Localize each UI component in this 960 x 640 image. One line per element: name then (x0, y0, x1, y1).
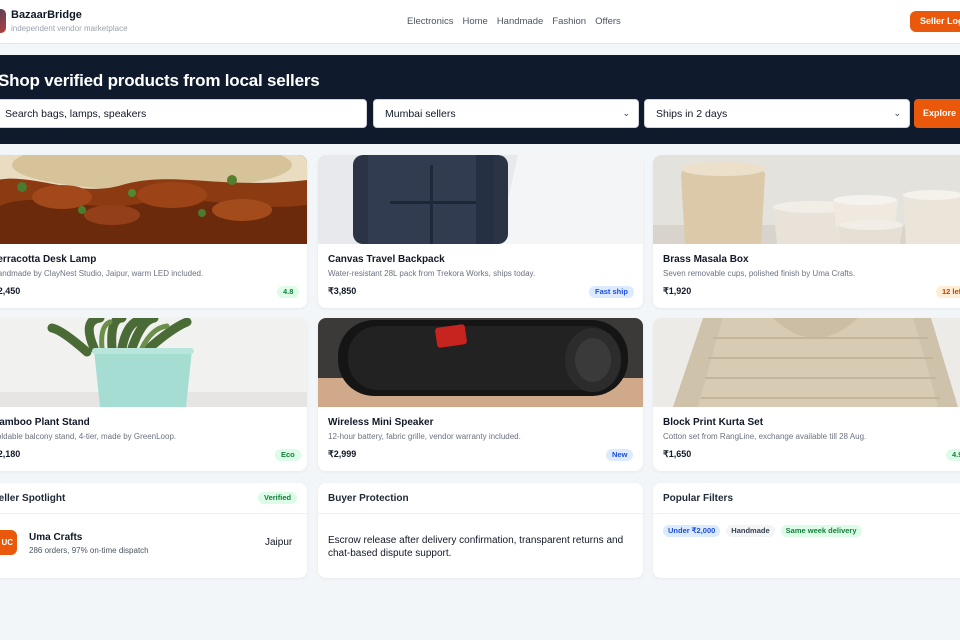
product-description: Water-resistant 28L pack from Trekora Wo… (328, 269, 536, 278)
main-nav: Electronics Home Handmade Fashion Offers (407, 16, 621, 27)
shipping-select[interactable]: Ships in 2 days ⌄ (644, 99, 910, 128)
buyer-protection-panel: Buyer Protection Escrow release after de… (318, 483, 643, 578)
product-price: ₹2,999 (328, 449, 357, 459)
product-description: Seven removable cups, polished finish by… (663, 269, 856, 278)
product-card[interactable]: Terracotta Desk Lamp Handmade by ClayNes… (0, 155, 307, 308)
panel-divider (318, 513, 643, 514)
top-navigation-bar: BazaarBridge independent vendor marketpl… (0, 0, 960, 44)
product-image[interactable] (318, 155, 643, 244)
nav-link-handmade[interactable]: Handmade (497, 16, 543, 27)
product-price: ₹1,920 (663, 286, 692, 296)
panel-title: Popular Filters (663, 493, 734, 504)
rating-badge: 4.9 (946, 449, 960, 461)
brand-name[interactable]: BazaarBridge (11, 9, 82, 21)
product-price: ₹1,650 (663, 449, 692, 459)
brand-tagline: independent vendor marketplace (11, 24, 128, 33)
seller-login-button[interactable]: Seller Login (910, 11, 960, 32)
product-title[interactable]: Terracotta Desk Lamp (0, 254, 96, 265)
new-badge: New (606, 449, 634, 461)
product-title[interactable]: Wireless Mini Speaker (328, 417, 434, 428)
speaker-image (318, 318, 643, 407)
popular-filters-panel: Popular Filters Under ₹2,000 Handmade Sa… (653, 483, 960, 578)
seller-spotlight-panel: Seller Spotlight Verified UC Uma Crafts … (0, 483, 307, 578)
panel-title: Buyer Protection (328, 493, 409, 504)
product-image[interactable] (0, 318, 307, 407)
hero-title: Shop verified products from local seller… (0, 71, 320, 90)
potted-plant-image (0, 318, 307, 407)
product-image[interactable] (0, 155, 307, 244)
panel-title: Seller Spotlight (0, 493, 66, 504)
product-price: ₹2,450 (0, 286, 21, 296)
seller-name[interactable]: Uma Crafts (29, 532, 82, 543)
product-title[interactable]: Block Print Kurta Set (663, 417, 763, 428)
eco-badge: Eco (275, 449, 301, 461)
seller-stats: 286 orders, 97% on-time dispatch (29, 546, 149, 555)
product-card[interactable]: Bamboo Plant Stand Foldable balcony stan… (0, 318, 307, 471)
panel-divider (0, 513, 307, 514)
product-description: Cotton set from RangLine, exchange avail… (663, 432, 867, 441)
product-card[interactable]: Wireless Mini Speaker 12-hour battery, f… (318, 318, 643, 471)
chevron-down-icon: ⌄ (893, 108, 901, 118)
verified-badge: Verified (258, 492, 298, 504)
panel-divider (653, 513, 960, 514)
search-field[interactable] (0, 99, 367, 128)
plated-dish-image (0, 155, 307, 244)
product-image[interactable] (653, 318, 960, 407)
filter-chip-handmade[interactable]: Handmade (726, 525, 775, 537)
product-description: 12-hour battery, fabric grille, vendor w… (328, 432, 521, 441)
brand-logo-icon[interactable] (0, 9, 6, 33)
nav-link-offers[interactable]: Offers (595, 16, 621, 27)
ceramic-cups-image (653, 155, 960, 244)
product-title[interactable]: Brass Masala Box (663, 254, 749, 265)
product-card[interactable]: Canvas Travel Backpack Water-resistant 2… (318, 155, 643, 308)
chevron-down-icon: ⌄ (622, 108, 630, 118)
search-input[interactable] (5, 107, 366, 120)
seller-city: Jaipur (265, 537, 293, 548)
filter-chip-group: Under ₹2,000 Handmade Same week delivery (663, 525, 862, 537)
product-price: ₹2,180 (0, 449, 21, 459)
protection-description: Escrow release after delivery confirmati… (328, 535, 624, 559)
product-card[interactable]: Block Print Kurta Set Cotton set from Ra… (653, 318, 960, 471)
city-select[interactable]: Mumbai sellers ⌄ (373, 99, 639, 128)
nav-link-electronics[interactable]: Electronics (407, 16, 453, 27)
product-price: ₹3,850 (328, 286, 357, 296)
nav-link-fashion[interactable]: Fashion (552, 16, 586, 27)
shipping-select-value: Ships in 2 days (656, 107, 728, 120)
hero-search-banner: Shop verified products from local seller… (0, 55, 960, 144)
rating-badge: 4.8 (277, 286, 300, 298)
stock-badge: 12 left (936, 286, 960, 298)
backpack-image (318, 155, 643, 244)
product-image[interactable] (318, 318, 643, 407)
product-title[interactable]: Canvas Travel Backpack (328, 254, 445, 265)
filter-chip-delivery[interactable]: Same week delivery (780, 525, 862, 537)
knit-sweater-image (653, 318, 960, 407)
city-select-value: Mumbai sellers (385, 107, 456, 120)
explore-button[interactable]: Explore (914, 99, 960, 128)
filter-chip-price[interactable]: Under ₹2,000 (663, 525, 721, 537)
shipping-badge: Fast ship (589, 286, 634, 298)
product-title[interactable]: Bamboo Plant Stand (0, 417, 90, 428)
nav-link-home[interactable]: Home (462, 16, 487, 27)
product-description: Handmade by ClayNest Studio, Jaipur, war… (0, 269, 204, 278)
product-image[interactable] (653, 155, 960, 244)
product-description: Foldable balcony stand, 4-tier, made by … (0, 432, 177, 441)
seller-avatar[interactable]: UC (0, 530, 17, 555)
product-card[interactable]: Brass Masala Box Seven removable cups, p… (653, 155, 960, 308)
